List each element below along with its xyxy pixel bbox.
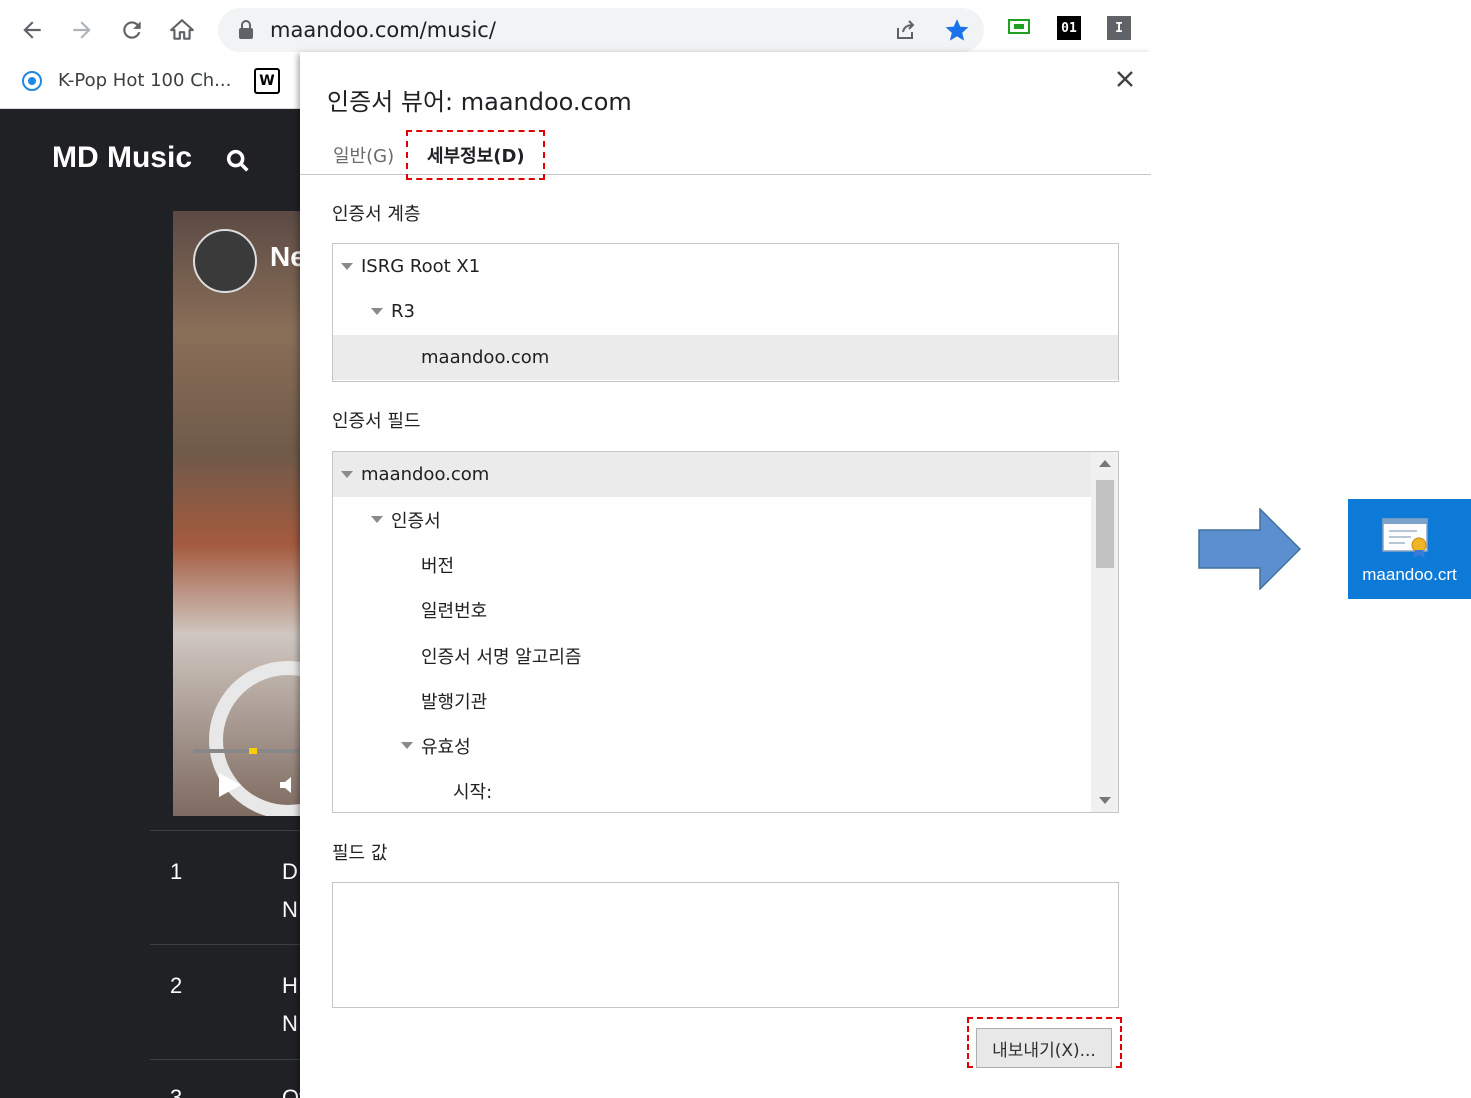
field-label: maandoo.com bbox=[361, 464, 490, 485]
track-rank: 1 bbox=[170, 859, 183, 884]
address-bar[interactable]: maandoo.com/music/ bbox=[218, 8, 984, 52]
volume-icon[interactable] bbox=[277, 773, 301, 797]
field-item[interactable]: 유효성 bbox=[333, 723, 1091, 768]
field-item[interactable]: 버전 bbox=[333, 542, 1091, 587]
expand-arrow-icon[interactable] bbox=[341, 471, 353, 478]
site-title-text: MD Music bbox=[52, 141, 193, 174]
field-item[interactable]: 시작: bbox=[333, 768, 1091, 812]
field-value-textarea[interactable] bbox=[332, 882, 1119, 1008]
cast-extension-icon[interactable] bbox=[1007, 16, 1031, 40]
home-button[interactable] bbox=[164, 12, 200, 48]
field-label: 시작: bbox=[453, 781, 493, 803]
tree-item-intermediate[interactable]: R3 bbox=[333, 289, 1118, 334]
track-rank: 3 bbox=[170, 1085, 183, 1098]
tree-item-leaf[interactable]: maandoo.com bbox=[333, 335, 1118, 380]
share-icon[interactable] bbox=[894, 18, 918, 42]
tree-item-label: maandoo.com bbox=[421, 347, 550, 368]
forward-arrow-icon bbox=[73, 21, 91, 39]
expand-arrow-icon[interactable] bbox=[371, 516, 383, 523]
w-favicon-icon: W bbox=[254, 68, 280, 94]
bookmark-favicon-icon bbox=[22, 71, 42, 91]
certificate-icon bbox=[1382, 518, 1428, 558]
field-item[interactable]: maandoo.com bbox=[333, 452, 1091, 497]
close-icon bbox=[1117, 71, 1133, 87]
field-item[interactable]: 인증서 서명 알고리즘 bbox=[333, 633, 1091, 678]
field-label: 발행기관 bbox=[421, 691, 488, 713]
tree-item-label: R3 bbox=[391, 301, 415, 322]
forward-button[interactable] bbox=[64, 12, 100, 48]
fields-scrollbar[interactable] bbox=[1091, 452, 1118, 812]
track-rank: 2 bbox=[170, 973, 183, 998]
browser-window: maandoo.com/music/ 01 I K-Pop Hot 100 Ch… bbox=[0, 0, 1151, 1098]
certificate-viewer-dialog: 인증서 뷰어: maandoo.com 일반(G) 세부정보(D) 인증서 계층… bbox=[300, 52, 1151, 1098]
field-label: 인증서 서명 알고리즘 bbox=[421, 646, 582, 668]
tree-item-root[interactable]: ISRG Root X1 bbox=[333, 244, 1118, 289]
export-button[interactable]: 내보내기(X)... bbox=[976, 1028, 1112, 1068]
track-title[interactable]: H bbox=[282, 973, 298, 999]
bookmark-w[interactable]: W bbox=[254, 68, 280, 94]
screen-icon bbox=[1008, 19, 1030, 34]
scroll-thumb[interactable] bbox=[1096, 480, 1114, 568]
track-divider bbox=[150, 944, 310, 945]
search-icon[interactable] bbox=[224, 147, 252, 175]
field-label: 일련번호 bbox=[421, 600, 488, 622]
expand-arrow-icon[interactable] bbox=[371, 308, 383, 315]
hierarchy-label: 인증서 계층 bbox=[332, 204, 421, 225]
play-icon[interactable] bbox=[217, 771, 243, 799]
field-label: 유효성 bbox=[421, 736, 471, 758]
browser-toolbar: maandoo.com/music/ 01 I bbox=[0, 0, 1151, 60]
site-title[interactable]: MD Music bbox=[52, 141, 249, 175]
reload-icon bbox=[123, 21, 141, 39]
back-button[interactable] bbox=[14, 12, 50, 48]
url-text: maandoo.com/music/ bbox=[270, 18, 496, 42]
field-item[interactable]: 인증서 bbox=[333, 497, 1091, 542]
certificate-hierarchy-tree: ISRG Root X1 R3 maandoo.com bbox=[332, 243, 1119, 382]
certificate-file-icon[interactable]: maandoo.crt bbox=[1348, 499, 1471, 599]
tree-item-label: ISRG Root X1 bbox=[361, 256, 481, 277]
field-item[interactable]: 일련번호 bbox=[333, 587, 1091, 632]
bookmark-label: K-Pop Hot 100 Ch... bbox=[58, 69, 232, 91]
reload-button[interactable] bbox=[114, 12, 150, 48]
back-arrow-icon bbox=[23, 21, 41, 39]
dialog-title: 인증서 뷰어: maandoo.com bbox=[327, 88, 632, 116]
expand-arrow-icon[interactable] bbox=[401, 742, 413, 749]
scroll-up-icon[interactable] bbox=[1099, 460, 1111, 467]
bookmark-star-icon[interactable] bbox=[944, 17, 970, 43]
bookmark-kpop[interactable]: K-Pop Hot 100 Ch... bbox=[20, 68, 231, 92]
track-artist: N bbox=[282, 897, 298, 922]
track-divider bbox=[150, 830, 310, 831]
extension-01-button[interactable]: 01 bbox=[1057, 16, 1081, 40]
track-title[interactable]: D bbox=[282, 859, 298, 885]
field-value-label: 필드 값 bbox=[332, 843, 388, 864]
tab-general[interactable]: 일반(G) bbox=[333, 142, 394, 168]
details-tab-highlight bbox=[406, 130, 545, 180]
right-arrow-icon bbox=[1198, 508, 1302, 590]
home-icon bbox=[170, 19, 194, 40]
close-button[interactable] bbox=[1110, 64, 1140, 94]
file-name: maandoo.crt bbox=[1362, 565, 1457, 584]
track-divider bbox=[150, 1059, 310, 1060]
video-player[interactable]: Ne bbox=[173, 211, 313, 816]
field-label: 버전 bbox=[421, 555, 455, 577]
lock-icon bbox=[239, 20, 253, 39]
progress-marker bbox=[249, 748, 257, 754]
expand-arrow-icon[interactable] bbox=[341, 263, 353, 270]
fields-label: 인증서 필드 bbox=[332, 411, 421, 432]
field-item[interactable]: 발행기관 bbox=[333, 678, 1091, 723]
channel-logo bbox=[193, 229, 257, 293]
certificate-fields-tree[interactable]: maandoo.com 인증서 버전 일련번호 인증서 서명 알고리즘 발행기관… bbox=[332, 451, 1119, 813]
track-artist: N bbox=[282, 1011, 298, 1036]
extension-i-button[interactable]: I bbox=[1107, 16, 1131, 40]
field-label: 인증서 bbox=[391, 510, 441, 532]
scroll-down-icon[interactable] bbox=[1099, 797, 1111, 804]
